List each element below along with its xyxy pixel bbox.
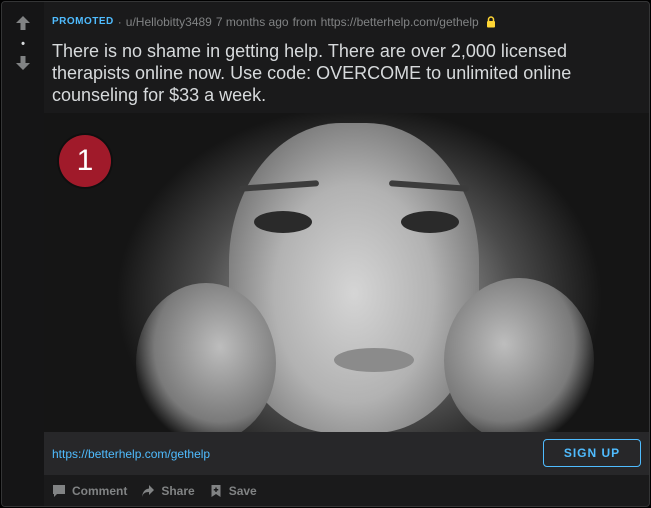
post-image[interactable]: 1 <box>44 113 649 432</box>
post-title[interactable]: There is no shame in getting help. There… <box>52 40 632 106</box>
comment-button[interactable]: Comment <box>52 484 127 498</box>
promoted-post-card: • PROMOTED · u/Hellobitty3489 7 months a… <box>1 1 650 507</box>
downvote-icon[interactable] <box>15 55 31 71</box>
post-meta: PROMOTED · u/Hellobitty3489 7 months ago… <box>52 14 496 30</box>
save-button[interactable]: Save <box>209 484 257 498</box>
comment-icon <box>53 485 65 497</box>
upvote-icon[interactable] <box>15 15 31 31</box>
post-time: 7 months ago <box>215 15 289 29</box>
link-url[interactable]: https://betterhelp.com/gethelp <box>52 446 210 462</box>
image-eye-right <box>401 211 459 233</box>
author-link[interactable]: u/Hellobitty3489 <box>126 14 212 30</box>
image-hand-right <box>444 278 594 432</box>
number-badge: 1 <box>59 135 111 187</box>
save-label: Save <box>228 484 257 498</box>
share-button[interactable]: Share <box>141 484 195 498</box>
image-eye-left <box>254 211 312 233</box>
bookmark-icon <box>211 485 221 497</box>
lock-icon <box>486 16 495 28</box>
comment-label: Comment <box>72 484 128 498</box>
source-url[interactable]: https://betterhelp.com/gethelp <box>321 14 479 30</box>
share-icon <box>142 485 155 497</box>
sign-up-button[interactable]: SIGN UP <box>543 439 641 467</box>
image-hand-left <box>136 283 276 432</box>
share-label: Share <box>161 484 195 498</box>
link-bar: https://betterhelp.com/gethelp SIGN UP <box>44 432 649 475</box>
post-content: PROMOTED · u/Hellobitty3489 7 months ago… <box>44 2 649 506</box>
meta-separator: · <box>117 15 122 29</box>
vote-score: • <box>21 38 25 50</box>
post-actions: Comment Share Save <box>52 480 257 502</box>
image-lips <box>334 348 414 372</box>
from-label: from <box>292 15 317 29</box>
promoted-label: PROMOTED <box>52 16 114 27</box>
vote-column: • <box>2 2 44 506</box>
